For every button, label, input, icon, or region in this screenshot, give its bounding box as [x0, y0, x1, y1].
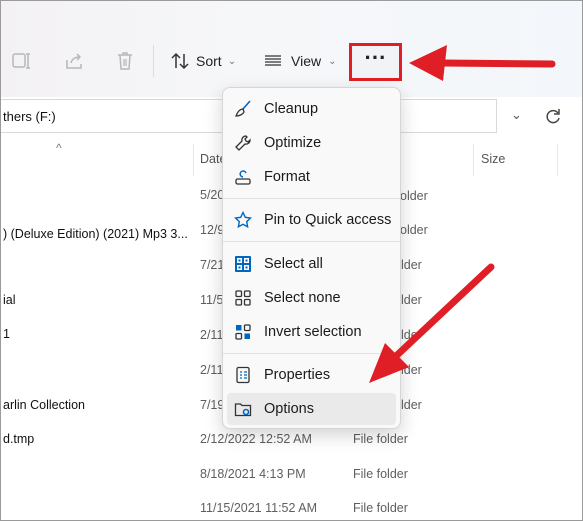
row-date: 7/21	[200, 258, 225, 272]
menu-item-format[interactable]: Format	[227, 161, 396, 193]
row-type-partial: lder	[401, 328, 422, 342]
explorer-window: Sort ⌄ View ⌄ ··· thers (F:) ⌄ ^ Date Si…	[0, 0, 583, 521]
column-size[interactable]: Size	[481, 152, 505, 166]
view-label: View	[291, 53, 322, 69]
menu-item-label: Cleanup	[264, 101, 319, 117]
refresh-icon[interactable]	[544, 107, 562, 130]
sort-button[interactable]: Sort ⌄	[170, 51, 236, 71]
toolbar-separator	[153, 45, 154, 77]
row-date: 11/5	[200, 293, 224, 307]
row-type: File folder	[353, 432, 408, 446]
row-date: 5/20	[200, 188, 225, 202]
row-date: 7/19	[200, 398, 225, 412]
column-divider	[557, 144, 558, 176]
row-name[interactable]: ial	[3, 293, 16, 307]
menu-item-label: Optimize	[264, 135, 322, 151]
star-icon	[234, 211, 252, 229]
menu-item-label: Format	[264, 169, 310, 185]
format-drive-icon	[234, 168, 252, 186]
see-more-button[interactable]: ···	[349, 43, 402, 81]
see-more-menu: Cleanup Optimize Format Pin to Quick acc…	[222, 87, 401, 429]
menu-item-label: Select all	[264, 256, 323, 272]
row-type: File folder	[353, 501, 408, 515]
select-none-icon	[234, 289, 252, 307]
column-divider	[193, 144, 194, 176]
column-divider	[473, 144, 474, 176]
menu-item-select-all[interactable]: Select all	[227, 248, 396, 280]
share-icon[interactable]	[64, 51, 84, 71]
menu-item-options[interactable]: Options	[227, 393, 396, 425]
broom-icon	[234, 100, 252, 118]
delete-icon[interactable]	[115, 50, 135, 72]
view-icon	[265, 55, 281, 66]
row-date: 2/11	[200, 363, 224, 377]
menu-item-label: Pin to Quick access	[264, 212, 392, 228]
menu-item-optimize[interactable]: Optimize	[227, 127, 396, 159]
select-all-icon	[234, 255, 252, 273]
row-date: 2/12/2022 12:52 AM	[200, 432, 312, 446]
row-date: 11/15/2021 11:52 AM	[200, 501, 317, 515]
row-type-partial: older	[400, 189, 428, 203]
row-name[interactable]: ) (Deluxe Edition) (2021) Mp3 3...	[3, 227, 188, 241]
row-name[interactable]: d.tmp	[3, 432, 34, 446]
row-date: 2/11	[200, 328, 224, 342]
sort-label: Sort	[196, 53, 222, 69]
menu-item-cleanup[interactable]: Cleanup	[227, 93, 396, 125]
row-name[interactable]: 1	[3, 327, 10, 341]
properties-icon	[234, 366, 252, 384]
sort-up-icon: ^	[56, 141, 62, 155]
menu-item-label: Invert selection	[264, 324, 362, 340]
menu-item-pin-quick-access[interactable]: Pin to Quick access	[227, 204, 396, 236]
chevron-down-icon: ⌄	[328, 55, 337, 67]
row-type-partial: lder	[401, 258, 422, 272]
chevron-down-icon[interactable]: ⌄	[511, 107, 522, 123]
chevron-down-icon: ⌄	[227, 55, 237, 67]
view-button[interactable]: View ⌄	[263, 51, 336, 71]
menu-item-label: Select none	[264, 290, 341, 306]
row-type-partial: older	[400, 223, 428, 237]
sort-icon	[171, 52, 189, 70]
menu-separator	[223, 241, 400, 242]
menu-item-label: Properties	[264, 367, 331, 383]
row-type: File folder	[353, 467, 408, 481]
row-type-partial: lder	[401, 363, 422, 377]
wrench-icon	[234, 134, 252, 152]
options-icon	[234, 400, 252, 418]
row-date: 12/9	[200, 223, 225, 237]
row-type-partial: lder	[401, 398, 422, 412]
row-date: 8/18/2021 4:13 PM	[200, 467, 306, 481]
menu-item-properties[interactable]: Properties	[227, 359, 396, 391]
arrow-to-options	[391, 263, 495, 361]
menu-separator	[223, 198, 400, 199]
invert-selection-icon	[234, 323, 252, 341]
row-name[interactable]: arlin Collection	[3, 398, 85, 412]
command-bar	[1, 1, 582, 97]
menu-item-select-none[interactable]: Select none	[227, 282, 396, 314]
menu-item-label: Options	[264, 401, 314, 417]
menu-separator	[223, 353, 400, 354]
address-path: thers (F:)	[3, 109, 56, 124]
menu-item-invert-selection[interactable]: Invert selection	[227, 316, 396, 348]
see-more-icon: ···	[364, 45, 387, 70]
rename-icon[interactable]	[11, 51, 33, 71]
row-type-partial: lder	[401, 293, 422, 307]
